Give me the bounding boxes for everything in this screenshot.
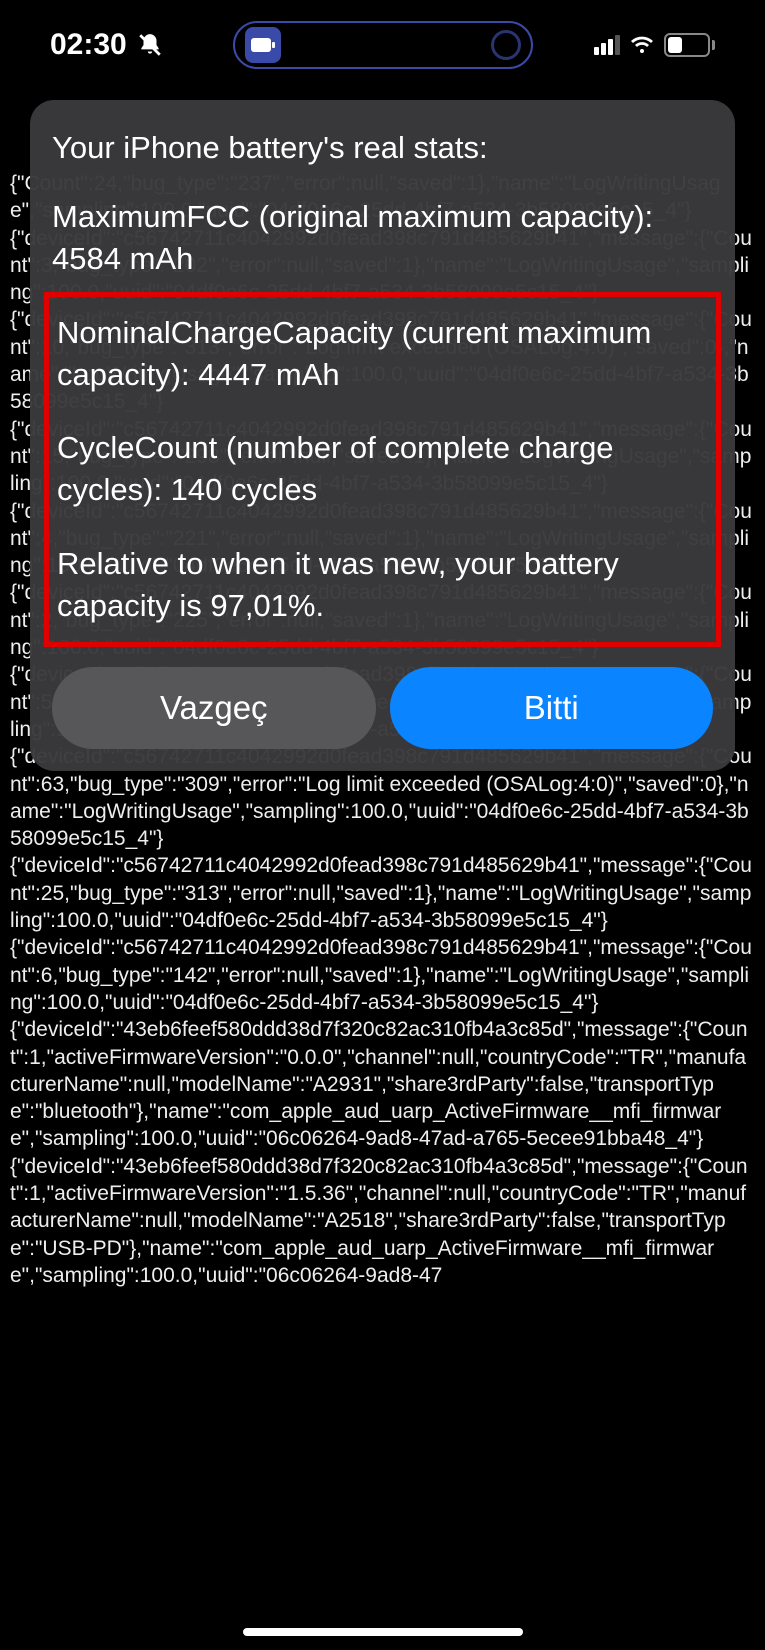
alert-cycles-text: CycleCount (number of complete charge cy… <box>57 427 708 511</box>
status-bar: 02:30 36 <box>0 0 765 90</box>
done-button[interactable]: Bitti <box>390 667 714 749</box>
status-right: 36 <box>594 33 715 57</box>
dynamic-island[interactable] <box>233 21 533 69</box>
alert-relative-text: Relative to when it was new, your batter… <box>57 543 708 627</box>
battery-pct-label: 36 <box>679 37 696 54</box>
battery-status-icon: 36 <box>664 33 715 57</box>
status-left: 02:30 <box>50 28 163 62</box>
cellular-icon <box>594 35 620 55</box>
alert-dialog: Your iPhone battery's real stats: Maximu… <box>30 100 735 771</box>
alert-maxfcc-text: MaximumFCC (original maximum capacity): … <box>52 196 713 280</box>
alert-title: Your iPhone battery's real stats: <box>52 130 713 166</box>
alert-nominal-text: NominalChargeCapacity (current maximum c… <box>57 312 708 396</box>
alert-buttons: Vazgeç Bitti <box>52 667 713 749</box>
island-camera-icon <box>491 30 521 60</box>
island-battery-icon <box>245 27 281 63</box>
time-label: 02:30 <box>50 28 127 62</box>
home-indicator[interactable] <box>243 1628 523 1636</box>
cancel-button[interactable]: Vazgeç <box>52 667 376 749</box>
highlight-box: NominalChargeCapacity (current maximum c… <box>44 292 721 647</box>
wifi-icon <box>630 35 654 55</box>
bell-muted-icon <box>137 32 163 58</box>
